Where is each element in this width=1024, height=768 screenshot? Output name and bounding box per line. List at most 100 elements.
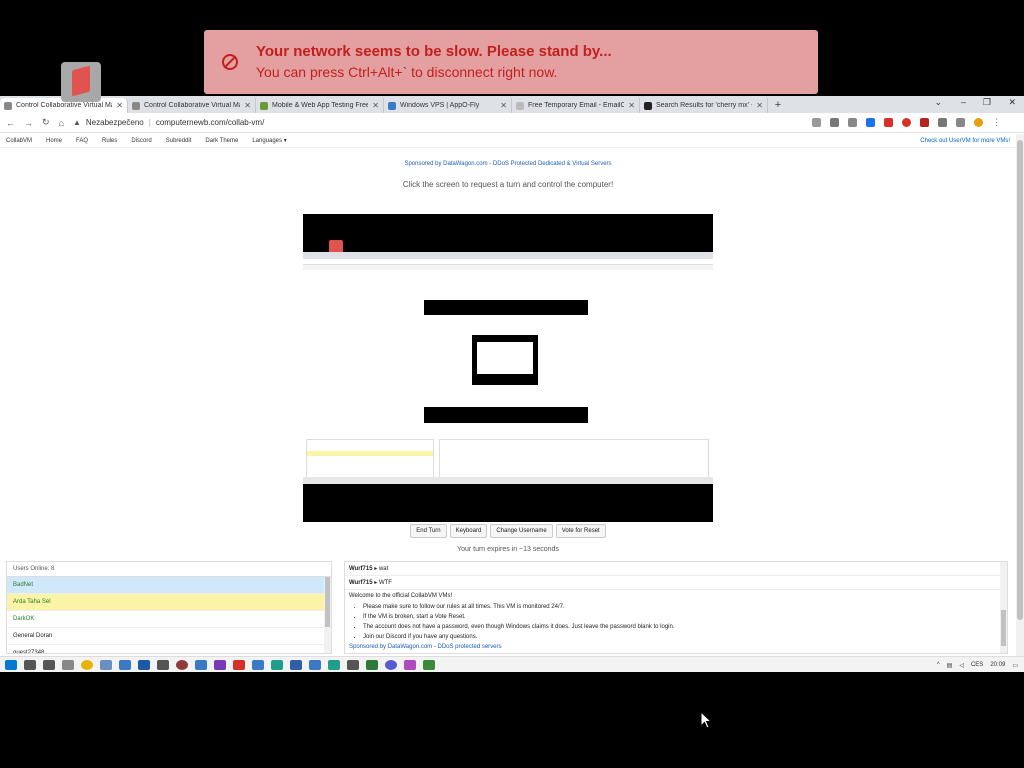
extension-red-icon[interactable] [883,118,893,127]
app-icon[interactable] [328,659,340,670]
app-icon[interactable] [347,659,359,670]
close-tab-icon[interactable]: ✕ [628,101,635,110]
change-username-button[interactable]: Change Username [490,524,553,538]
chat-sponsor-link[interactable]: Sponsored by DataWagon.com - DDoS protec… [345,644,1007,650]
notification-icon[interactable]: ▭ [1012,662,1018,669]
profile-avatar-icon[interactable] [973,118,983,127]
close-tab-icon[interactable]: ✕ [372,101,379,110]
translate-icon[interactable] [811,118,821,127]
end-turn-button[interactable]: End Turn [410,524,447,538]
home-icon[interactable]: ⌂ [59,118,64,128]
close-tab-icon[interactable]: ✕ [244,101,251,110]
site-nav: CollabVM Home FAQ Rules Discord Subreddi… [0,134,1016,148]
clock[interactable]: 20:09 [990,662,1005,668]
tab-collabvm-2[interactable]: Control Collaborative Virtual Ma ✕ [128,98,256,113]
app-icon[interactable] [195,659,207,670]
app-icon[interactable] [366,659,378,670]
menu-kebab-icon[interactable]: ⋮ [992,117,1001,128]
app-icon[interactable] [271,659,283,670]
app-icon[interactable] [176,659,188,670]
zoom-icon[interactable] [829,118,839,127]
task-view-icon[interactable] [43,659,55,670]
user-list: Users Online: 8 BadNet Arda Taha Sel DarkO… [6,561,332,654]
reload-icon[interactable]: ↻ [42,117,50,128]
app-icon[interactable] [252,659,264,670]
chrome-icon[interactable] [81,659,93,670]
banner-title: Your network seems to be slow. Please st… [256,43,612,60]
page-scrollbar[interactable] [1016,134,1024,658]
nav-dark-theme[interactable]: Dark Theme [205,138,238,144]
nav-languages[interactable]: Languages ▾ [252,137,286,144]
close-tab-icon[interactable]: ✕ [756,101,763,110]
user-list-item[interactable]: BadNet [7,577,325,594]
app-icon[interactable] [157,659,169,670]
tab-windows-vps[interactable]: Windows VPS | AppO-Fly ✕ [384,98,512,113]
user-list-item[interactable]: General Doran [7,628,325,645]
media-icon[interactable] [937,118,947,127]
user-list-scrollbar[interactable] [324,577,331,653]
app-icon[interactable] [119,659,131,670]
chat-panel: Wurf715 ▸ wat Wurf715 ▸ WTF Welcome to t… [344,561,1008,654]
tab-temp-email[interactable]: Free Temporary Email - EmailOnD ✕ [512,98,640,113]
app-icon[interactable] [309,659,321,670]
back-icon[interactable]: ← [6,118,15,128]
tab-search-results[interactable]: Search Results for 'cherry mx' - T ✕ [640,98,768,113]
windows-taskbar: ^ ▤ ◁ CES 20:09 ▭ [0,656,1024,672]
input-language[interactable]: CES [971,662,983,668]
search-favicon-icon [644,101,652,110]
app-icon[interactable] [138,659,150,670]
chevron-up-icon[interactable]: ^ [937,662,940,668]
tab-app-testing[interactable]: Mobile & Web App Testing Free ✕ [256,98,384,113]
nav-home[interactable]: Home [46,138,62,144]
volume-icon[interactable]: ◁ [959,662,964,669]
turn-timer: Your turn expires in ~13 seconds [457,546,559,553]
users-online-header: Users Online: 8 [7,562,331,577]
nav-discord[interactable]: Discord [131,138,151,144]
nested-user-list [306,439,434,479]
user-list-item[interactable]: Arda Taha Sel [7,594,325,611]
chat-scrollbar[interactable] [1000,562,1007,653]
nested-chat [439,439,709,479]
start-icon[interactable] [5,659,17,670]
extension-shield-icon[interactable] [919,118,929,127]
vm-display[interactable] [303,214,713,522]
vote-reset-button[interactable]: Vote for Reset [555,524,606,538]
uservm-link[interactable]: Check out UserVM for more VMs! [920,138,1010,144]
keyboard-button[interactable]: Keyboard [449,524,488,538]
close-window-button[interactable]: ✕ [1008,97,1016,108]
search-icon[interactable] [24,659,36,670]
user-list-item[interactable]: guest27348 [7,645,325,653]
tab-label: Windows VPS | AppO-Fly [400,102,480,109]
share-icon[interactable] [847,118,857,127]
nav-faq[interactable]: FAQ [76,138,88,144]
nav-rules[interactable]: Rules [102,138,117,144]
tab-search-icon[interactable]: ⌄ [934,97,942,108]
close-tab-icon[interactable]: ✕ [500,101,507,110]
network-icon[interactable]: ▤ [947,662,953,669]
forward-icon[interactable]: → [24,118,33,128]
extensions-puzzle-icon[interactable] [955,118,965,127]
restore-button[interactable]: ❐ [983,97,991,108]
bookmark-star-icon[interactable] [865,118,875,127]
app-icon[interactable] [100,659,112,670]
extension-stop-icon[interactable] [901,118,911,127]
app-icon[interactable] [214,659,226,670]
nav-collabvm[interactable]: CollabVM [6,138,32,144]
app-icon[interactable] [385,659,397,670]
address-bar[interactable]: ▲ Nezabezpečeno | computernewb.com/colla… [73,115,803,130]
user-list-item[interactable]: DarkOK [7,611,325,628]
nav-subreddit[interactable]: Subreddit [166,138,192,144]
app-icon[interactable] [423,659,435,670]
sponsor-link[interactable]: Sponsored by DataWagon.com - DDoS Protec… [0,161,1016,167]
file-explorer-icon[interactable] [62,659,74,670]
app-icon[interactable] [233,659,245,670]
warning-icon: ▲ [72,118,81,127]
app-icon[interactable] [290,659,302,670]
collabvm-page: CollabVM Home FAQ Rules Discord Subreddi… [0,134,1016,658]
new-tab-button[interactable]: + [768,98,788,113]
close-tab-icon[interactable]: ✕ [116,101,123,110]
url-text: computernewb.com/collab-vm/ [155,118,265,127]
chat-message: Wurf715 ▸ WTF [345,576,1007,590]
app-icon[interactable] [404,659,416,670]
minimize-button[interactable]: – [961,97,966,107]
